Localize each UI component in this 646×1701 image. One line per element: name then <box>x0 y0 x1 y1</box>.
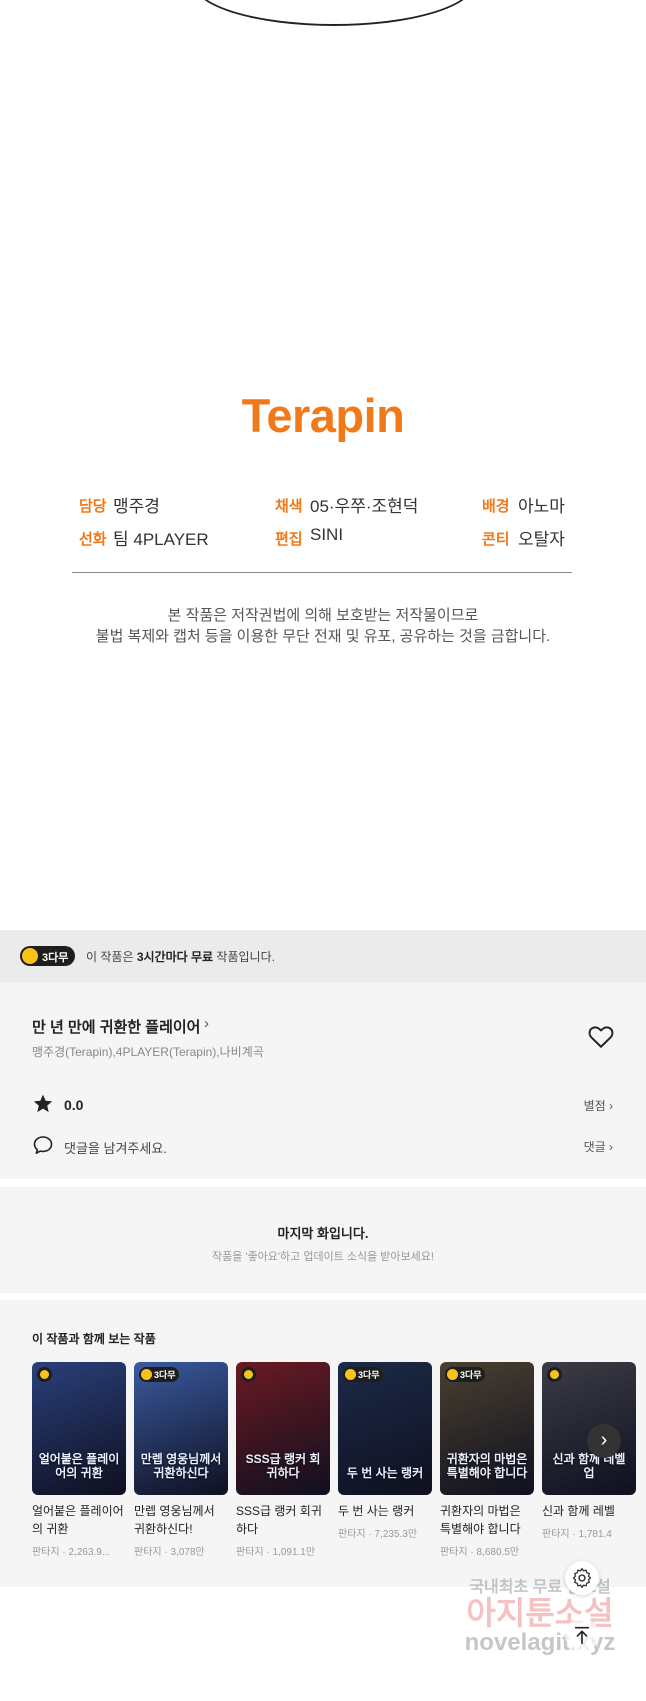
free-badge-label: 3다무 <box>460 1370 482 1380</box>
free-banner: 3다무 이 작품은 3시간마다 무료 작품입니다. <box>0 930 646 982</box>
recommendation-title[interactable]: SSS급 랭커 회귀하다 <box>236 1502 330 1538</box>
recommendation-card[interactable]: SSS급 랭커 회귀하다 SSS급 랭커 회귀하다판타지 · 1,091.1만 <box>236 1362 330 1558</box>
series-authors: 맹주경(Terapin),4PLAYER(Terapin),나비계곡 <box>32 1045 264 1059</box>
recommendation-title[interactable]: 신과 함께 레벨 <box>542 1502 636 1520</box>
free-badge: 3다무 <box>343 1367 383 1382</box>
divider <box>72 572 572 573</box>
last-episode-subtitle: 작품을 '좋아요'하고 업데이트 소식을 받아보세요! <box>212 1251 434 1263</box>
credit-label: 채색 <box>275 498 303 515</box>
recommendation-meta: 판타지 · 2,263.9... <box>32 1547 111 1558</box>
credit-label: 편집 <box>275 531 303 548</box>
copyright-notice-line: 불법 복제와 캡처 등을 이용한 무단 전재 및 유포, 공유하는 것을 금합니… <box>95 628 551 645</box>
credit-value: 맹주경 <box>113 497 160 516</box>
credit-label: 콘티 <box>482 531 510 548</box>
speech-bubble <box>193 0 475 26</box>
rating-value: 0.0 <box>64 1097 84 1113</box>
clock-icon <box>547 1367 562 1382</box>
star-icon <box>33 1094 53 1113</box>
clock-icon <box>22 948 38 964</box>
clock-icon <box>447 1369 458 1380</box>
arrow-up-icon <box>574 1626 590 1645</box>
chevron-right-icon[interactable]: › <box>204 1015 209 1032</box>
gear-icon <box>572 1567 592 1588</box>
cover-image[interactable]: 3다무만렙 영웅님께서 귀환하신다 <box>134 1362 228 1495</box>
heart-icon[interactable] <box>588 1025 614 1049</box>
recommendation-title[interactable]: 귀환자의 마법은 특별해야 합니다 <box>440 1502 534 1538</box>
credit-value: SINI <box>310 525 344 544</box>
free-badge: 3다무 <box>445 1367 485 1382</box>
credit-label: 선화 <box>79 531 107 548</box>
recommendation-card[interactable]: 3다무 귀환자의 마법은 특별해야 합니다 귀환자의 마법은 특별해야 합니다 판타지… <box>440 1362 534 1558</box>
clock-icon <box>141 1369 152 1380</box>
clock-icon <box>37 1367 52 1382</box>
comments-link[interactable]: 댓글 › <box>584 1138 613 1155</box>
rate-link[interactable]: 별점 › <box>584 1097 613 1114</box>
credit-value: 팀 4PLAYER <box>113 530 209 549</box>
clock-icon <box>345 1369 356 1380</box>
watermark: 국내최초 무료 웹소설 아지툰소설 novelagit.xyz <box>464 1579 616 1657</box>
cover-image[interactable]: 3다무두 번 사는 랭커 <box>338 1362 432 1495</box>
free-badge: 3다무 <box>139 1367 179 1382</box>
comment-icon <box>33 1136 53 1154</box>
recommendation-card[interactable]: 얼어붙은 플레이어의 귀환 얼어붙은 플레이어의 귀환 판타지 · 2,263.9.… <box>32 1362 126 1558</box>
credit-label: 배경 <box>482 498 510 515</box>
cover-title-art: 두 번 사는 랭커 <box>346 1466 424 1481</box>
series-title-link[interactable]: 만 년 만에 귀환한 플레이어 <box>32 1016 200 1037</box>
recommendation-meta: 판타지 · 8,680.5만 <box>440 1547 520 1558</box>
recommendation-meta: 판타지 · 3,078만 <box>134 1547 205 1558</box>
recommendation-card[interactable]: 3다무 두 번 사는 랭커 두 번 사는 랭커 판타지 · 7,235.3만 <box>338 1362 432 1540</box>
credit-value: 05·우쭈·조현덕 <box>310 497 419 516</box>
cover-image[interactable]: SSS급 랭커 회귀하다 <box>236 1362 330 1495</box>
recommendation-meta: 판타지 · 7,235.3만 <box>338 1529 418 1540</box>
recommendation-card[interactable]: 신과 함께 레벨업신과 함께 레벨판타지 · 1,781.4 <box>542 1362 636 1540</box>
cover-title-art: 얼어붙은 플레이어의 귀환 <box>38 1452 120 1481</box>
settings-button[interactable] <box>565 1561 599 1595</box>
clock-icon <box>241 1367 256 1382</box>
recommendation-card[interactable]: 3다무만렙 영웅님께서 귀환하신다만렙 영웅님께서 귀환하신다! 판타지 · 3,… <box>134 1362 228 1558</box>
free-banner-text: 이 작품은 3시간마다 무료 작품입니다. <box>86 950 275 964</box>
last-episode-title: 마지막 화입니다. <box>277 1226 369 1241</box>
cover-title-art: 만렙 영웅님께서 귀환하신다 <box>140 1452 222 1481</box>
chevron-right-icon[interactable]: › <box>587 1424 621 1458</box>
free-badge-label: 3다무 <box>154 1370 176 1380</box>
recommendation-title[interactable]: 만렙 영웅님께서 귀환하신다! <box>134 1502 228 1538</box>
cover-title-art: 귀환자의 마법은 특별해야 합니다 <box>446 1452 528 1481</box>
cover-image[interactable]: 신과 함께 레벨업 <box>542 1362 636 1495</box>
cover-image[interactable]: 3다무귀환자의 마법은 특별해야 합니다 <box>440 1362 534 1495</box>
recommendation-title[interactable]: 두 번 사는 랭커 <box>338 1502 432 1520</box>
credit-value: 아노마 <box>518 497 565 516</box>
recommendation-meta: 판타지 · 1,091.1만 <box>236 1547 316 1558</box>
free-badge-label: 3다무 <box>42 952 69 964</box>
credit-value: 오탈자 <box>518 530 565 549</box>
cover-title-art: SSS급 랭커 회귀하다 <box>245 1452 321 1481</box>
free-badge: 3다무 <box>20 946 75 966</box>
credit-label: 담당 <box>79 498 107 515</box>
recommendation-title[interactable]: 얼어붙은 플레이어의 귀환 <box>32 1502 126 1538</box>
recommendations-heading: 이 작품과 함께 보는 작품 <box>32 1332 156 1346</box>
free-badge-label: 3다무 <box>358 1370 380 1380</box>
cover-title-art: 신과 함께 레벨업 <box>552 1452 626 1481</box>
scroll-top-button[interactable] <box>565 1618 599 1652</box>
recommendation-meta: 판타지 · 1,781.4 <box>542 1529 612 1540</box>
copyright-notice-line: 본 작품은 저작권법에 의해 보호받는 저작물이므로 <box>167 607 479 624</box>
publisher-logo: Terapin <box>241 389 405 442</box>
cover-image[interactable]: 얼어붙은 플레이어의 귀환 <box>32 1362 126 1495</box>
comment-prompt[interactable]: 댓글을 남겨주세요. <box>64 1138 167 1157</box>
